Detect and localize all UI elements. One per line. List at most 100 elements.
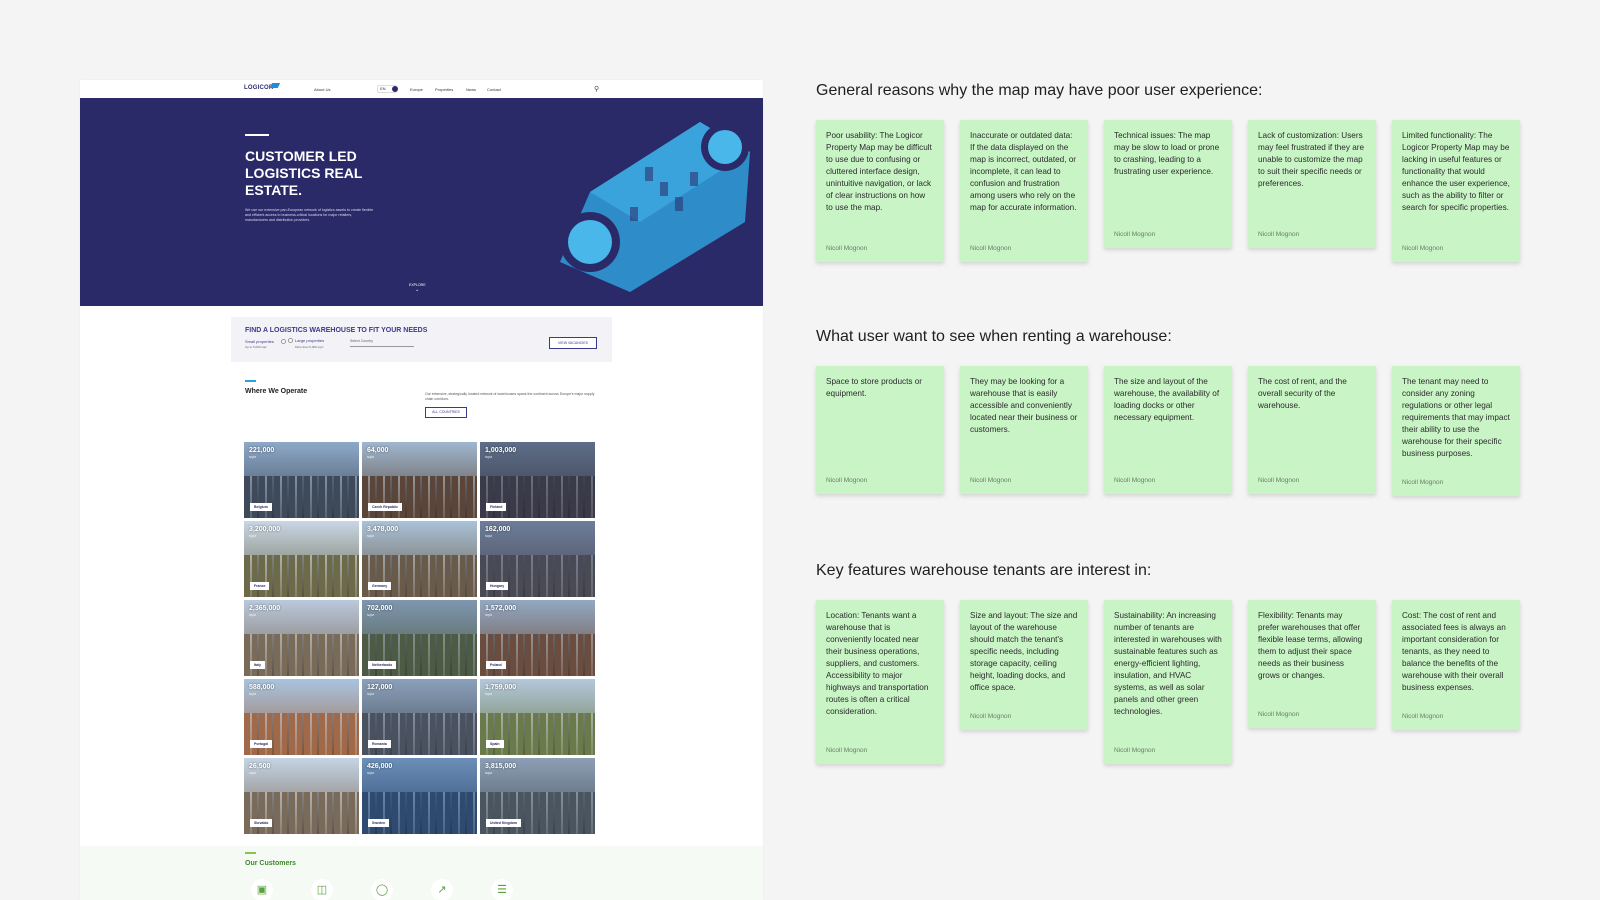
all-countries-button[interactable]: ALL COUNTRIES: [425, 407, 467, 418]
sticky-note-author: Nicoll Mognon: [1258, 711, 1300, 718]
view-vacancies-button[interactable]: VIEW VACANCIES: [549, 337, 597, 349]
sticky-note-text: Cost: The cost of rent and associated fe…: [1402, 611, 1506, 692]
country-name-label: Sweden: [368, 819, 390, 827]
nav-link-europe[interactable]: Europe: [410, 87, 423, 92]
country-area-unit: SQM: [249, 771, 256, 775]
sticky-note[interactable]: Inaccurate or outdated data: If the data…: [960, 120, 1088, 262]
sticky-note-text: Limited functionality: The Logicor Prope…: [1402, 131, 1510, 212]
country-name-label: Finland: [486, 503, 507, 511]
sticky-note-author: Nicoll Mognon: [1402, 713, 1444, 720]
sticky-note-text: Inaccurate or outdated data: If the data…: [970, 131, 1077, 212]
hammer-icon[interactable]: ↗: [431, 879, 453, 900]
country-tile[interactable]: 1,003,000 SQM Finland: [480, 442, 595, 518]
country-tile[interactable]: 426,000 SQM Sweden: [362, 758, 477, 834]
sticky-note-text: They may be looking for a warehouse that…: [970, 377, 1078, 434]
box-icon[interactable]: ▣: [251, 879, 273, 900]
website-mockup: LOGICOR About Us EN Europe Properties Ne…: [80, 80, 763, 900]
country-area-unit: SQM: [249, 455, 256, 459]
sticky-note[interactable]: Size and layout: The size and layout of …: [960, 600, 1088, 730]
city-skyline: [480, 555, 595, 597]
city-skyline: [362, 713, 477, 755]
language-toggle-knob-icon: [392, 86, 398, 92]
explore-link[interactable]: EXPLORE ⌄: [409, 283, 426, 293]
apple-icon[interactable]: ◯: [371, 879, 393, 900]
country-area-value: 3,478,000: [367, 526, 399, 533]
country-name-label: Hungary: [486, 582, 509, 590]
large-properties-radio[interactable]: [288, 338, 293, 343]
country-tile[interactable]: 2,365,000 SQM Italy: [244, 600, 359, 676]
country-area-unit: SQM: [485, 455, 492, 459]
nav-link-properties[interactable]: Properties: [435, 87, 453, 92]
sticky-note[interactable]: The cost of rent, and the overall securi…: [1248, 366, 1376, 494]
country-tile[interactable]: 1,572,000 SQM Poland: [480, 600, 595, 676]
country-name-label: Belgium: [250, 503, 272, 511]
country-tile[interactable]: 221,000 SQM Belgium: [244, 442, 359, 518]
country-tile[interactable]: 702,000 SQM Netherlands: [362, 600, 477, 676]
country-tile[interactable]: 127,000 SQM Romania: [362, 679, 477, 755]
hero-description: We use our extensive pan-European networ…: [245, 208, 374, 222]
car-icon[interactable]: ☰: [491, 879, 513, 900]
city-skyline: [362, 634, 477, 676]
country-area-unit: SQM: [367, 613, 374, 617]
country-tile[interactable]: 64,000 SQM Czech Republic: [362, 442, 477, 518]
city-skyline: [244, 792, 359, 834]
section-title-user-wants: What user want to see when renting a war…: [816, 328, 1172, 345]
shopping-bag-icon[interactable]: ◫: [311, 879, 333, 900]
country-select[interactable]: Select Country: [350, 339, 414, 347]
sticky-note-author: Nicoll Mognon: [826, 245, 868, 252]
country-tile[interactable]: 3,478,000 SQM Germany: [362, 521, 477, 597]
sticky-note[interactable]: Technical issues: The map may be slow to…: [1104, 120, 1232, 248]
country-tile[interactable]: 588,000 SQM Portugal: [244, 679, 359, 755]
chevron-down-icon: ⌄: [415, 287, 420, 293]
operate-title: Where We Operate: [245, 388, 308, 395]
sticky-note[interactable]: Limited functionality: The Logicor Prope…: [1392, 120, 1520, 262]
sticky-note[interactable]: Cost: The cost of rent and associated fe…: [1392, 600, 1520, 730]
sticky-note-text: Size and layout: The size and layout of …: [970, 611, 1078, 692]
country-tile[interactable]: 3,200,000 SQM France: [244, 521, 359, 597]
country-tile[interactable]: 1,759,000 SQM Spain: [480, 679, 595, 755]
small-properties-radio[interactable]: [281, 339, 286, 344]
country-name-label: Slovakia: [250, 819, 273, 827]
sticky-note[interactable]: Lack of customization: Users may feel fr…: [1248, 120, 1376, 248]
country-area-unit: SQM: [485, 613, 492, 617]
sticky-note-text: Technical issues: The map may be slow to…: [1114, 131, 1220, 176]
sticky-note[interactable]: They may be looking for a warehouse that…: [960, 366, 1088, 494]
country-area-unit: SQM: [367, 534, 374, 538]
city-skyline: [244, 555, 359, 597]
sticky-note[interactable]: Sustainability: An increasing number of …: [1104, 600, 1232, 764]
nav-link-contact[interactable]: Contact: [487, 87, 501, 92]
country-name-label: France: [250, 582, 270, 590]
sticky-note[interactable]: The tenant may need to consider any zoni…: [1392, 366, 1520, 496]
sticky-note-text: The size and layout of the warehouse, th…: [1114, 377, 1220, 422]
sticky-note-author: Nicoll Mognon: [1114, 477, 1156, 484]
country-area-value: 3,200,000: [249, 526, 281, 533]
sticky-note[interactable]: Location: Tenants want a warehouse that …: [816, 600, 944, 764]
search-icon[interactable]: ⚲: [594, 85, 599, 93]
country-name-label: United Kingdom: [486, 819, 522, 827]
sticky-note-author: Nicoll Mognon: [1258, 477, 1300, 484]
sticky-note-author: Nicoll Mognon: [1402, 245, 1444, 252]
top-nav: LOGICOR About Us EN Europe Properties Ne…: [80, 80, 763, 98]
sticky-note[interactable]: Space to store products or equipment. Ni…: [816, 366, 944, 494]
country-tile[interactable]: 162,000 SQM Hungary: [480, 521, 595, 597]
country-area-value: 426,000: [367, 763, 393, 770]
country-tile[interactable]: 26,500 SQM Slovakia: [244, 758, 359, 834]
country-area-value: 2,365,000: [249, 605, 281, 612]
logicor-logo[interactable]: LOGICOR: [244, 85, 273, 91]
city-skyline: [244, 634, 359, 676]
country-tile[interactable]: 3,815,000 SQM United Kingdom: [480, 758, 595, 834]
country-name-label: Czech Republic: [368, 503, 403, 511]
sticky-note-text: Location: Tenants want a warehouse that …: [826, 611, 929, 716]
sticky-note[interactable]: Flexibility: Tenants may prefer warehous…: [1248, 600, 1376, 728]
nav-link-news[interactable]: News: [466, 87, 476, 92]
sticky-note-text: Sustainability: An increasing number of …: [1114, 611, 1222, 716]
nav-about-link[interactable]: About Us: [314, 87, 330, 92]
city-skyline: [480, 792, 595, 834]
sticky-note-text: The cost of rent, and the overall securi…: [1258, 377, 1347, 410]
city-skyline: [480, 476, 595, 518]
customers-accent-bar: [245, 852, 256, 854]
sticky-note[interactable]: The size and layout of the warehouse, th…: [1104, 366, 1232, 494]
sticky-note[interactable]: Poor usability: The Logicor Property Map…: [816, 120, 944, 262]
country-area-value: 702,000: [367, 605, 393, 612]
operate-description: Our extensive, strategically located net…: [425, 392, 595, 401]
